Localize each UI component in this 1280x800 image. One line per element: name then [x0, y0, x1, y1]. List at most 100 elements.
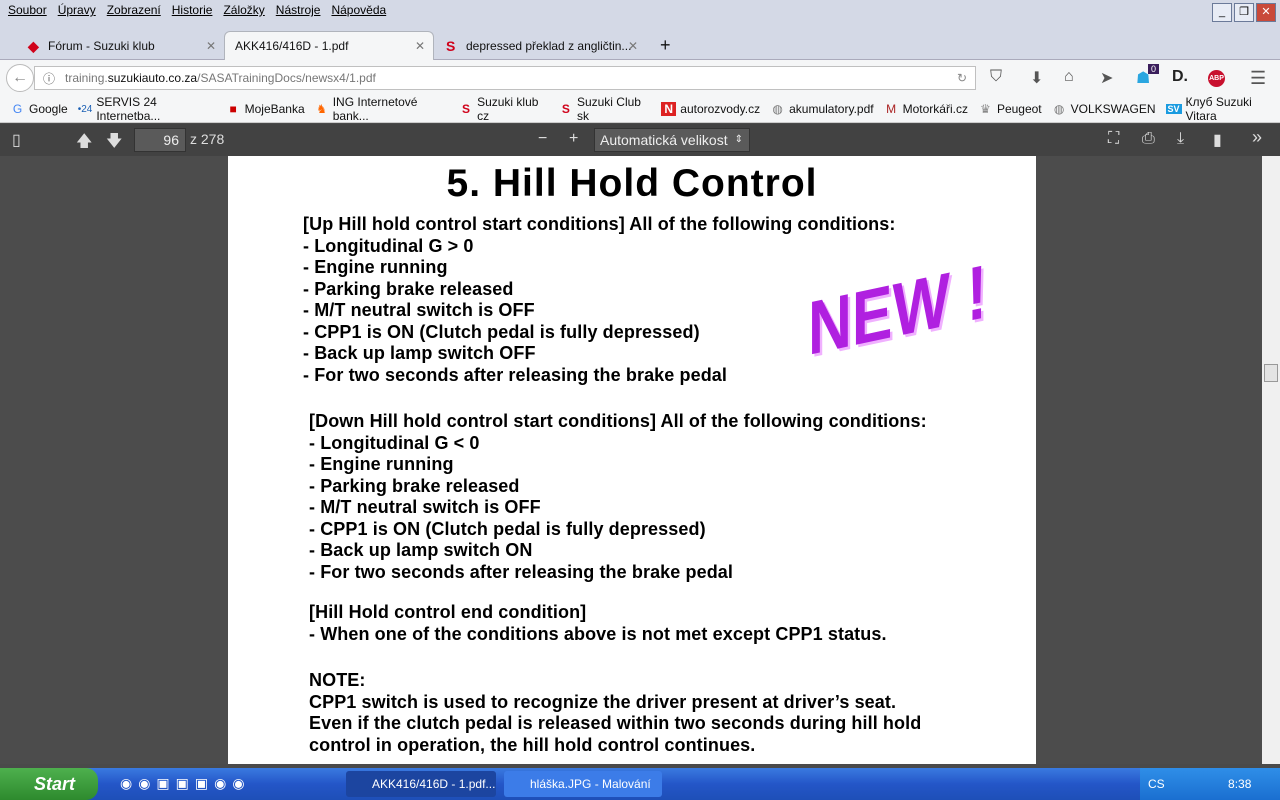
close-tab-icon[interactable]: ✕ — [206, 39, 216, 53]
print-icon[interactable]: ⎙ — [1142, 130, 1155, 148]
next-page-icon[interactable]: 🡇 — [106, 130, 122, 157]
bookmark-label: ING Internetové bank... — [332, 95, 418, 123]
bookmark-view-icon[interactable]: ▮ — [1213, 130, 1222, 150]
hamburger-menu-icon[interactable]: ☰ — [1250, 68, 1266, 89]
presentation-mode-icon[interactable]: ⛶ — [1108, 130, 1119, 148]
document-line: [Down Hill hold control start conditions… — [309, 411, 927, 431]
tab-label: AKK416/416D - 1.pdf — [235, 39, 349, 53]
tab-pdf[interactable]: AKK416/416D - 1.pdf ✕ — [224, 31, 434, 60]
bookmark-label: Suzuki klub cz — [477, 95, 539, 123]
navigation-bar: ← ⓘ training. suzukiauto.co.za/SASATraini… — [0, 60, 1280, 96]
tab-forum[interactable]: ◆ Fórum - Suzuki klub ✕ — [18, 31, 224, 60]
bookmark-servis24[interactable]: •24 SERVIS 24 Internetba... — [78, 95, 216, 123]
save-icon[interactable]: ⤓ — [1177, 130, 1184, 148]
document-line: - M/T neutral switch is OFF — [309, 497, 541, 517]
bookmark-motorkari[interactable]: M Motorkáři.cz — [884, 102, 968, 116]
url-domain: suzukiauto.co.za — [107, 71, 198, 85]
mojebanka-icon: ■ — [229, 102, 237, 116]
bookmark-label: Клуб Suzuki Vitara — [1185, 95, 1252, 123]
page-count: z 278 — [190, 131, 225, 147]
tab-label: Fórum - Suzuki klub — [48, 38, 155, 53]
tools-chevron-icon[interactable]: » — [1252, 127, 1262, 148]
quick-launch-icons[interactable]: ◉◉▣▣▣◉◉ — [120, 775, 251, 792]
zoom-out-button[interactable]: − — [538, 130, 547, 148]
scroll-thumb[interactable] — [1264, 364, 1278, 382]
document-line: - Longitudinal G > 0 — [303, 236, 474, 256]
menu-view[interactable]: Zobrazení — [103, 0, 168, 28]
bookmark-autorozvody[interactable]: Nautorozvody.cz — [661, 102, 760, 116]
autorozvody-icon: N — [661, 102, 677, 116]
menu-bookmarks[interactable]: Záložky — [219, 0, 271, 28]
document-line: - Back up lamp switch ON — [309, 540, 533, 560]
bookmark-volkswagen[interactable]: ◍ VOLKSWAGEN — [1052, 102, 1156, 116]
window-controls: _ ❐ ✕ — [1212, 3, 1276, 22]
start-button[interactable]: Start — [0, 768, 98, 800]
sidebar-toggle-icon[interactable]: ▯ — [12, 130, 21, 150]
document-line: - For two seconds after releasing the br… — [309, 562, 734, 582]
document-line: - Engine running — [303, 257, 448, 277]
document-line: [Up Hill hold control start conditions] … — [303, 214, 896, 234]
menu-file[interactable]: Soubor — [4, 0, 54, 28]
bookmark-label: SERVIS 24 Internetba... — [96, 95, 161, 123]
info-icon[interactable]: ⓘ — [43, 70, 55, 87]
tab-bar: ◆ Fórum - Suzuki klub ✕ AKK416/416D - 1.pd… — [0, 28, 1280, 60]
peugeot-icon: ♛ — [980, 102, 991, 116]
adblock-icon[interactable]: ABP — [1208, 70, 1225, 87]
pdf-viewer[interactable]: 5. Hill Hold Control NEW ! [Up Hill hold… — [0, 156, 1262, 764]
close-window-button[interactable]: ✕ — [1256, 3, 1276, 22]
select-arrows-icon: ⇕ — [734, 134, 743, 145]
menu-tools[interactable]: Nástroje — [272, 0, 328, 28]
back-button[interactable]: ← — [6, 64, 34, 92]
task-paint[interactable]: hláška.JPG - Malování — [504, 771, 662, 797]
bookmark-suzuki-sk[interactable]: S Suzuki Club sk — [559, 95, 651, 123]
menu-history[interactable]: Historie — [168, 0, 220, 28]
document-line: - For two seconds after releasing the br… — [303, 365, 728, 385]
new-tab-button[interactable]: + — [650, 31, 681, 60]
document-line: - When one of the conditions above is no… — [309, 624, 887, 644]
bookmark-google[interactable]: G Google — [10, 102, 68, 116]
bookmark-akumulatory[interactable]: ◍ akumulatory.pdf — [770, 102, 874, 116]
vertical-scrollbar[interactable] — [1262, 156, 1280, 764]
language-indicator[interactable]: CS — [1148, 777, 1165, 791]
bookmark-ing[interactable]: ♞ ING Internetové bank... — [315, 95, 449, 123]
document-line: - Parking brake released — [309, 476, 520, 496]
tab-translation[interactable]: Sdepressed překlad z angličtin... ✕ — [436, 31, 646, 60]
close-tab-icon[interactable]: ✕ — [415, 39, 425, 53]
document-line: - CPP1 is ON (Clutch pedal is fully depr… — [303, 322, 700, 342]
page-title: 5. Hill Hold Control — [446, 162, 818, 205]
document-line: CPP1 switch is used to recognize the dri… — [309, 692, 897, 712]
send-icon[interactable]: ➤ — [1100, 68, 1113, 88]
menu-help[interactable]: Nápověda — [327, 0, 393, 28]
bookmark-label: akumulatory.pdf — [789, 102, 874, 116]
bookmark-label: Peugeot — [996, 102, 1042, 116]
zoom-value: Automatická velikost — [600, 132, 728, 148]
zoom-select[interactable]: Automatická velikost ⇕ — [594, 128, 750, 152]
document-line: - Longitudinal G < 0 — [309, 433, 480, 453]
url-path: /SASATrainingDocs/newsx4/1.pdf — [197, 71, 376, 85]
menu-edit[interactable]: Úpravy — [54, 0, 103, 28]
bookmark-suzuki-cz[interactable]: S Suzuki klub cz — [459, 95, 549, 123]
zoom-in-button[interactable]: + — [569, 130, 578, 148]
home-icon[interactable]: ⌂ — [1064, 68, 1074, 86]
download-icon[interactable]: ⬇ — [1030, 68, 1043, 88]
maximize-button[interactable]: ❐ — [1234, 3, 1254, 22]
url-bar[interactable]: ⓘ training. suzukiauto.co.za/SASATraining… — [34, 66, 976, 90]
document-line: - Back up lamp switch OFF — [303, 343, 536, 363]
bookmark-vitara[interactable]: SV Клуб Suzuki Vitara — [1165, 95, 1280, 123]
minimize-button[interactable]: _ — [1212, 3, 1232, 22]
d-extension-icon[interactable]: D. — [1172, 68, 1188, 86]
close-tab-icon[interactable]: ✕ — [628, 39, 638, 53]
bookmark-mojebanka[interactable]: ■ MojeBanka — [226, 102, 304, 116]
clock: 8:38 — [1228, 777, 1252, 791]
task-firefox-pdf[interactable]: AKK416/416D - 1.pdf... — [346, 771, 496, 797]
document-line: [Hill Hold control end condition] — [309, 602, 587, 622]
page-number-input[interactable]: 96 — [134, 128, 186, 152]
menu-bar: Soubor Úpravy Zobrazení Historie Záložky… — [0, 0, 1280, 28]
bookmark-peugeot[interactable]: ♛ Peugeot — [978, 102, 1042, 116]
reload-icon[interactable]: ↻ — [957, 71, 967, 85]
google-icon: G — [12, 102, 23, 116]
previous-page-icon[interactable]: 🡅 — [76, 130, 92, 157]
bookmark-label: Google — [29, 102, 68, 116]
pocket-icon[interactable]: ⛉ — [990, 68, 1002, 86]
taskbar: Start ◉◉▣▣▣◉◉ AKK416/416D - 1.pdf... hlá… — [0, 768, 1280, 800]
